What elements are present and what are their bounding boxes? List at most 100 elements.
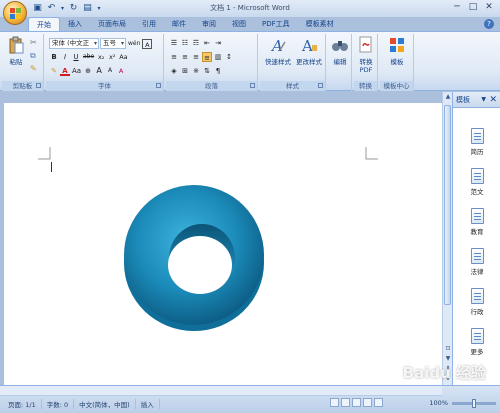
format-painter-icon[interactable]: ✎ <box>30 64 37 73</box>
grow-font-button[interactable]: A <box>94 66 104 76</box>
pane-item-admin[interactable]: 行政 <box>453 288 500 316</box>
tab-pdf-tools[interactable]: PDF工具 <box>254 17 298 31</box>
char-shading-icon[interactable]: Aa <box>71 66 82 76</box>
status-mode[interactable]: 插入 <box>136 399 160 409</box>
tab-page-layout[interactable]: 页面布局 <box>90 17 134 31</box>
horizontal-scrollbar[interactable] <box>0 386 442 396</box>
status-words[interactable]: 字数: 0 <box>42 399 75 409</box>
show-marks-icon[interactable]: ¶ <box>213 66 223 76</box>
enclose-char-icon[interactable]: ⊕ <box>83 66 93 76</box>
template-pane: 模板 ▼ ✕ 简历 范文 教育 法律 行政 更多 <box>452 92 500 385</box>
pane-item-resume[interactable]: 简历 <box>453 128 500 156</box>
draft-view-icon[interactable] <box>374 398 383 407</box>
superscript-button[interactable]: x² <box>107 52 117 62</box>
chinese-layout-icon[interactable]: ※ <box>191 66 201 76</box>
align-right-icon[interactable]: ≡ <box>191 52 201 62</box>
paragraph-launcher-icon[interactable] <box>250 83 255 88</box>
zoom-level[interactable]: 100% <box>429 399 448 407</box>
maximize-button[interactable]: □ <box>466 2 480 13</box>
web-layout-view-icon[interactable] <box>352 398 361 407</box>
character-border-button[interactable]: A <box>142 38 153 49</box>
pdf-icon <box>359 36 372 53</box>
status-page[interactable]: 页面: 1/1 <box>3 399 42 409</box>
watermark: Baidu 经验 <box>402 364 486 382</box>
numbering-icon[interactable]: ☷ <box>180 38 190 48</box>
paste-button[interactable]: 粘贴 <box>5 36 27 66</box>
vertical-scrollbar[interactable]: ▲ ⊡ ▼ ⇞ ⇟ <box>442 92 452 385</box>
font-size-select[interactable]: 五号 <box>100 38 126 49</box>
minimize-button[interactable]: ─ <box>450 2 464 13</box>
torus-shape[interactable] <box>122 181 272 333</box>
increase-indent-icon[interactable]: ⇥ <box>213 38 223 48</box>
clipboard-group: 粘贴 ✂ ⧉ ✎ 剪贴板 <box>2 34 44 91</box>
multilevel-list-icon[interactable]: ☶ <box>191 38 201 48</box>
close-button[interactable]: ✕ <box>482 2 496 13</box>
print-layout-view-icon[interactable] <box>330 398 339 407</box>
view-buttons <box>330 398 383 407</box>
template-button[interactable]: 模板 <box>386 36 408 66</box>
convert-group-title: 转换 <box>354 81 377 91</box>
phonetic-guide-button[interactable]: wén <box>127 39 141 49</box>
pane-close-icon[interactable]: ✕ <box>489 92 497 108</box>
office-button[interactable] <box>3 1 27 25</box>
paste-icon <box>9 36 24 54</box>
copy-icon[interactable]: ⧉ <box>30 51 36 61</box>
zoom-slider-knob[interactable] <box>472 399 476 408</box>
clipboard-launcher-icon[interactable] <box>36 83 41 88</box>
distributed-icon[interactable]: ▥ <box>213 52 223 62</box>
title-bar: ▣ ↶ ▾ ↻ ▤ ▾ 文档 1 - Microsoft Word ─ □ ✕ <box>0 0 500 17</box>
underline-button[interactable]: U <box>71 52 81 62</box>
tab-review[interactable]: 审阅 <box>194 17 224 31</box>
change-styles-button[interactable]: A 更改样式 <box>293 36 325 66</box>
zoom-slider[interactable] <box>452 399 496 408</box>
template-pane-header: 模板 ▼ ✕ <box>453 92 500 108</box>
font-color-button[interactable]: A <box>60 66 70 76</box>
justify-icon[interactable]: ≡ <box>202 52 212 62</box>
tab-references[interactable]: 引用 <box>134 17 164 31</box>
full-screen-view-icon[interactable] <box>341 398 350 407</box>
margin-corner-top-right <box>365 147 378 160</box>
edit-button[interactable]: 编辑 <box>330 36 350 66</box>
tab-template-material[interactable]: 模板素材 <box>298 17 342 31</box>
svg-text:A: A <box>301 37 313 54</box>
highlight-icon[interactable]: ✎ <box>49 66 59 76</box>
scroll-thumb[interactable] <box>444 105 451 305</box>
help-icon[interactable]: ? <box>484 19 494 29</box>
clear-format-button[interactable]: A <box>116 66 126 76</box>
borders-icon[interactable]: ⊞ <box>180 66 190 76</box>
font-launcher-icon[interactable] <box>156 83 161 88</box>
status-language[interactable]: 中文(简体，中国) <box>74 399 136 409</box>
cut-icon[interactable]: ✂ <box>30 38 37 47</box>
italic-button[interactable]: I <box>60 52 70 62</box>
subscript-button[interactable]: x₂ <box>96 52 106 62</box>
more-icon <box>470 328 484 344</box>
pane-item-sample[interactable]: 范文 <box>453 168 500 196</box>
document-page[interactable] <box>4 103 442 385</box>
shrink-font-button[interactable]: A <box>105 66 115 76</box>
clipboard-group-title: 剪贴板 <box>12 82 33 90</box>
tab-home[interactable]: 开始 <box>28 17 60 31</box>
quick-styles-button[interactable]: A 快速样式 <box>262 36 294 66</box>
tab-mailings[interactable]: 邮件 <box>164 17 194 31</box>
shading-icon[interactable]: ◈ <box>169 66 179 76</box>
tab-insert[interactable]: 插入 <box>60 17 90 31</box>
styles-launcher-icon[interactable] <box>318 83 323 88</box>
pane-item-legal[interactable]: 法律 <box>453 248 500 276</box>
bullets-icon[interactable]: ☰ <box>169 38 179 48</box>
outline-view-icon[interactable] <box>363 398 372 407</box>
strikethrough-button[interactable]: abe <box>82 52 95 62</box>
sort-icon[interactable]: ⇅ <box>202 66 212 76</box>
align-center-icon[interactable]: ≡ <box>180 52 190 62</box>
pane-item-education[interactable]: 教育 <box>453 208 500 236</box>
change-case-button[interactable]: Aa <box>118 52 128 62</box>
line-spacing-icon[interactable]: ↕ <box>224 52 234 62</box>
pane-item-more[interactable]: 更多 <box>453 328 500 356</box>
align-left-icon[interactable]: ≡ <box>169 52 179 62</box>
template-pane-title: 模板 <box>456 96 470 104</box>
font-name-select[interactable]: 宋体 (中文正 <box>49 38 99 49</box>
tab-view[interactable]: 视图 <box>224 17 254 31</box>
decrease-indent-icon[interactable]: ⇤ <box>202 38 212 48</box>
convert-pdf-button[interactable]: 转换 PDF <box>356 36 376 74</box>
bold-button[interactable]: B <box>49 52 59 62</box>
pane-menu-icon[interactable]: ▼ <box>481 92 486 108</box>
